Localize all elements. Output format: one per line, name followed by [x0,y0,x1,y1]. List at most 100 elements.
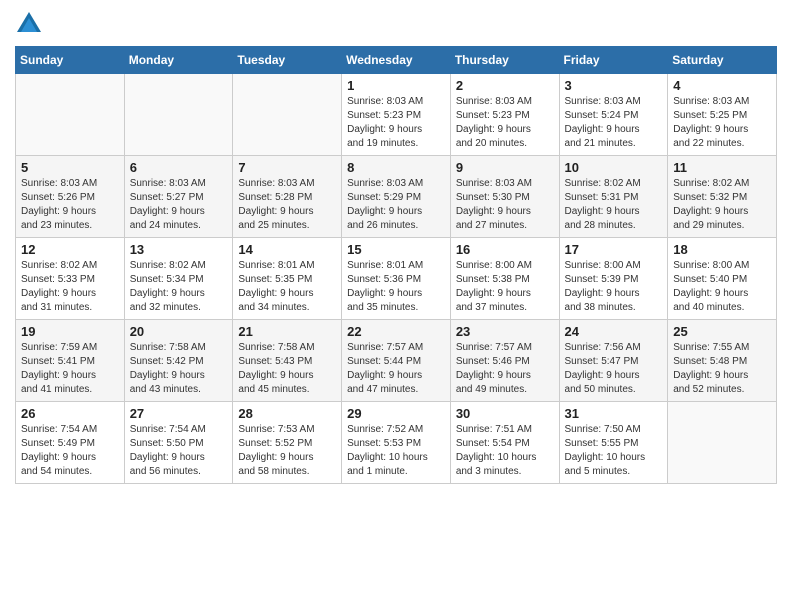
weekday-header-tuesday: Tuesday [233,47,342,74]
day-number: 7 [238,160,336,175]
day-number: 14 [238,242,336,257]
day-info: Sunrise: 8:00 AM Sunset: 5:39 PM Dayligh… [565,259,663,315]
calendar-cell: 19Sunrise: 7:59 AM Sunset: 5:41 PM Dayli… [16,320,125,402]
day-number: 2 [456,78,554,93]
calendar-week-row: 12 Sunrise: 8:02 AM Sunset: 5:33 PM Dayli… [16,238,777,320]
calendar-cell: 18Sunrise: 8:00 AM Sunset: 5:40 PM Dayli… [668,238,777,320]
calendar-cell: 10 Sunrise: 8:02 AM Sunset: 5:31 PM Dayli… [559,156,668,238]
day-info: Sunrise: 8:03 AM Sunset: 5:27 PM Dayligh… [130,177,228,233]
day-number: 25 [673,324,771,339]
calendar-cell: 8 Sunrise: 8:03 AM Sunset: 5:29 PM Daylig… [342,156,451,238]
weekday-header-saturday: Saturday [668,47,777,74]
calendar-cell: 3Sunrise: 8:03 AM Sunset: 5:24 PM Daylig… [559,74,668,156]
day-number: 16 [456,242,554,257]
day-number: 29 [347,406,445,421]
day-info: Sunrise: 8:03 AM Sunset: 5:25 PM Dayligh… [673,95,771,151]
day-info: Sunrise: 8:03 AM Sunset: 5:30 PM Dayligh… [456,177,554,233]
day-number: 4 [673,78,771,93]
calendar-cell: 31 Sunrise: 7:50 AM Sunset: 5:55 PM Dayli… [559,402,668,484]
weekday-header-friday: Friday [559,47,668,74]
weekday-header-row: SundayMondayTuesdayWednesdayThursdayFrid… [16,47,777,74]
day-info: Sunrise: 8:03 AM Sunset: 5:26 PM Dayligh… [21,177,119,233]
calendar-week-row: 1 Sunrise: 8:03 AM Sunset: 5:23 PM Daylig… [16,74,777,156]
day-info: Sunrise: 7:52 AM Sunset: 5:53 PM Dayligh… [347,423,445,479]
header [15,10,777,38]
day-number: 5 [21,160,119,175]
day-number: 10 [565,160,663,175]
calendar-table: SundayMondayTuesdayWednesdayThursdayFrid… [15,46,777,484]
calendar-cell: 25 Sunrise: 7:55 AM Sunset: 5:48 PM Dayli… [668,320,777,402]
calendar-cell [124,74,233,156]
calendar-cell: 7Sunrise: 8:03 AM Sunset: 5:28 PM Daylig… [233,156,342,238]
day-number: 9 [456,160,554,175]
calendar-cell: 4 Sunrise: 8:03 AM Sunset: 5:25 PM Daylig… [668,74,777,156]
day-info: Sunrise: 7:57 AM Sunset: 5:44 PM Dayligh… [347,341,445,397]
day-info: Sunrise: 8:00 AM Sunset: 5:40 PM Dayligh… [673,259,771,315]
day-info: Sunrise: 7:51 AM Sunset: 5:54 PM Dayligh… [456,423,554,479]
calendar-cell: 27 Sunrise: 7:54 AM Sunset: 5:50 PM Dayli… [124,402,233,484]
calendar-cell: 16 Sunrise: 8:00 AM Sunset: 5:38 PM Dayli… [450,238,559,320]
logo-icon [15,10,43,38]
calendar-cell: 23Sunrise: 7:57 AM Sunset: 5:46 PM Dayli… [450,320,559,402]
calendar-cell: 22 Sunrise: 7:57 AM Sunset: 5:44 PM Dayli… [342,320,451,402]
calendar-week-row: 26 Sunrise: 7:54 AM Sunset: 5:49 PM Dayli… [16,402,777,484]
calendar-cell [668,402,777,484]
day-info: Sunrise: 8:03 AM Sunset: 5:29 PM Dayligh… [347,177,445,233]
calendar-cell [16,74,125,156]
day-info: Sunrise: 8:03 AM Sunset: 5:24 PM Dayligh… [565,95,663,151]
day-number: 22 [347,324,445,339]
calendar-cell: 24Sunrise: 7:56 AM Sunset: 5:47 PM Dayli… [559,320,668,402]
day-number: 21 [238,324,336,339]
day-number: 31 [565,406,663,421]
day-info: Sunrise: 7:59 AM Sunset: 5:41 PM Dayligh… [21,341,119,397]
day-number: 24 [565,324,663,339]
calendar-cell: 5 Sunrise: 8:03 AM Sunset: 5:26 PM Daylig… [16,156,125,238]
calendar-cell: 13 Sunrise: 8:02 AM Sunset: 5:34 PM Dayli… [124,238,233,320]
day-number: 28 [238,406,336,421]
calendar-cell: 14 Sunrise: 8:01 AM Sunset: 5:35 PM Dayli… [233,238,342,320]
day-number: 15 [347,242,445,257]
day-number: 30 [456,406,554,421]
day-info: Sunrise: 7:58 AM Sunset: 5:42 PM Dayligh… [130,341,228,397]
day-number: 1 [347,78,445,93]
day-info: Sunrise: 8:03 AM Sunset: 5:23 PM Dayligh… [456,95,554,151]
day-info: Sunrise: 8:02 AM Sunset: 5:33 PM Dayligh… [21,259,119,315]
day-number: 11 [673,160,771,175]
calendar-cell: 28 Sunrise: 7:53 AM Sunset: 5:52 PM Dayli… [233,402,342,484]
day-info: Sunrise: 7:57 AM Sunset: 5:46 PM Dayligh… [456,341,554,397]
calendar-week-row: 19Sunrise: 7:59 AM Sunset: 5:41 PM Dayli… [16,320,777,402]
day-number: 20 [130,324,228,339]
day-info: Sunrise: 8:01 AM Sunset: 5:35 PM Dayligh… [238,259,336,315]
calendar-cell: 6Sunrise: 8:03 AM Sunset: 5:27 PM Daylig… [124,156,233,238]
page: SundayMondayTuesdayWednesdayThursdayFrid… [0,0,792,612]
calendar-cell: 21 Sunrise: 7:58 AM Sunset: 5:43 PM Dayli… [233,320,342,402]
calendar-cell: 11 Sunrise: 8:02 AM Sunset: 5:32 PM Dayli… [668,156,777,238]
weekday-header-wednesday: Wednesday [342,47,451,74]
day-info: Sunrise: 7:55 AM Sunset: 5:48 PM Dayligh… [673,341,771,397]
calendar-cell: 15Sunrise: 8:01 AM Sunset: 5:36 PM Dayli… [342,238,451,320]
day-number: 13 [130,242,228,257]
day-info: Sunrise: 8:02 AM Sunset: 5:34 PM Dayligh… [130,259,228,315]
day-info: Sunrise: 7:50 AM Sunset: 5:55 PM Dayligh… [565,423,663,479]
day-number: 12 [21,242,119,257]
day-info: Sunrise: 8:00 AM Sunset: 5:38 PM Dayligh… [456,259,554,315]
day-info: Sunrise: 8:02 AM Sunset: 5:32 PM Dayligh… [673,177,771,233]
weekday-header-monday: Monday [124,47,233,74]
calendar-cell: 17Sunrise: 8:00 AM Sunset: 5:39 PM Dayli… [559,238,668,320]
calendar-cell: 2 Sunrise: 8:03 AM Sunset: 5:23 PM Daylig… [450,74,559,156]
day-info: Sunrise: 7:54 AM Sunset: 5:49 PM Dayligh… [21,423,119,479]
day-info: Sunrise: 7:58 AM Sunset: 5:43 PM Dayligh… [238,341,336,397]
day-info: Sunrise: 7:54 AM Sunset: 5:50 PM Dayligh… [130,423,228,479]
calendar-cell: 12 Sunrise: 8:02 AM Sunset: 5:33 PM Dayli… [16,238,125,320]
calendar-cell: 9 Sunrise: 8:03 AM Sunset: 5:30 PM Daylig… [450,156,559,238]
day-number: 8 [347,160,445,175]
day-number: 27 [130,406,228,421]
day-number: 26 [21,406,119,421]
calendar-cell: 29 Sunrise: 7:52 AM Sunset: 5:53 PM Dayli… [342,402,451,484]
day-info: Sunrise: 7:53 AM Sunset: 5:52 PM Dayligh… [238,423,336,479]
day-info: Sunrise: 8:02 AM Sunset: 5:31 PM Dayligh… [565,177,663,233]
logo [15,10,47,38]
calendar-cell: 26 Sunrise: 7:54 AM Sunset: 5:49 PM Dayli… [16,402,125,484]
calendar-cell: 20 Sunrise: 7:58 AM Sunset: 5:42 PM Dayli… [124,320,233,402]
calendar-cell: 1Sunrise: 8:03 AM Sunset: 5:23 PM Daylig… [342,74,451,156]
